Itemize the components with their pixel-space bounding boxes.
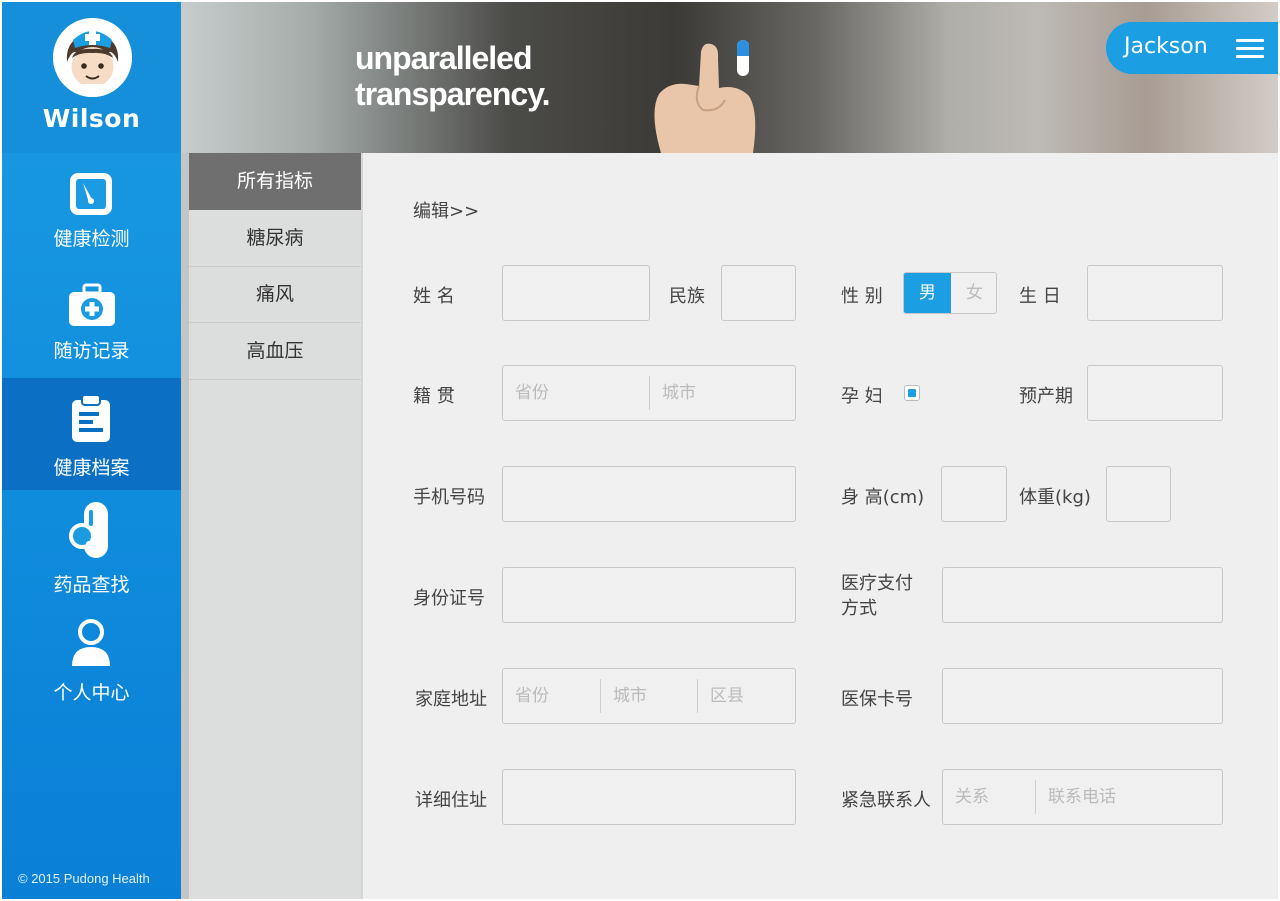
native-place-input[interactable]: 省份 城市 xyxy=(502,365,796,421)
emergency-contact-input[interactable]: 关系 联系电话 xyxy=(942,769,1223,825)
payment-method-label: 医疗支付 方式 xyxy=(841,571,913,621)
sub-menu: 所有指标 糖尿病 痛风 高血压 xyxy=(181,153,361,899)
nav-item-drug-search[interactable]: 药品查找 xyxy=(2,498,181,610)
ethnicity-label: 民族 xyxy=(669,286,705,307)
nav-label: 随访记录 xyxy=(53,340,130,362)
hand-holding-pill-icon xyxy=(641,12,781,153)
sidebar: Wilson 健康检测 随访记录 健康档案 药品查找 个人中心 © 2015 P… xyxy=(2,2,181,899)
name-label: 姓 名 xyxy=(413,286,455,307)
province-placeholder: 省份 xyxy=(515,686,549,706)
phone-label: 手机号码 xyxy=(413,487,485,508)
phone-input[interactable] xyxy=(502,466,796,522)
detail-address-label: 详细住址 xyxy=(415,790,487,811)
home-address-input[interactable]: 省份 城市 区县 xyxy=(502,668,796,724)
user-icon xyxy=(68,619,114,669)
edit-link[interactable]: 编辑>> xyxy=(413,197,479,223)
medical-kit-icon xyxy=(68,283,115,333)
height-input[interactable] xyxy=(941,466,1007,522)
user-menu-button[interactable]: Jackson xyxy=(1106,22,1278,74)
nav-item-follow-up[interactable]: 随访记录 xyxy=(2,265,181,377)
nurse-avatar-icon xyxy=(53,18,132,97)
pregnant-checkbox[interactable] xyxy=(904,385,920,401)
nav-item-profile[interactable]: 个人中心 xyxy=(2,607,181,719)
gender-label: 性 别 xyxy=(841,286,883,307)
gender-toggle: 男 女 xyxy=(903,272,997,314)
gender-female-option[interactable]: 女 xyxy=(951,273,998,313)
city-placeholder: 城市 xyxy=(649,376,795,410)
nav-label: 个人中心 xyxy=(53,682,130,704)
banner: unparalleled transparency. Jackson xyxy=(181,2,1278,153)
id-number-label: 身份证号 xyxy=(413,588,485,609)
pregnant-label: 孕 妇 xyxy=(841,386,883,407)
brand: Wilson xyxy=(2,2,181,153)
insurance-card-input[interactable] xyxy=(942,668,1223,724)
gauge-icon xyxy=(68,171,114,221)
id-number-input[interactable] xyxy=(502,567,796,623)
weight-label: 体重(kg) xyxy=(1019,487,1091,508)
contact-phone-placeholder: 联系电话 xyxy=(1035,780,1222,814)
pill-search-icon xyxy=(68,500,114,558)
nav-label: 健康档案 xyxy=(53,457,130,479)
relation-placeholder: 关系 xyxy=(955,787,989,807)
home-address-label: 家庭地址 xyxy=(415,689,487,710)
province-placeholder: 省份 xyxy=(515,383,549,403)
emergency-contact-label: 紧急联系人 xyxy=(841,790,931,811)
birthday-input[interactable] xyxy=(1087,265,1223,321)
height-label: 身 高(cm) xyxy=(841,487,925,508)
payment-label-line-1: 医疗支付 xyxy=(841,573,913,594)
nav-item-health-check[interactable]: 健康检测 xyxy=(2,153,181,265)
payment-label-line-2: 方式 xyxy=(841,598,877,619)
name-input[interactable] xyxy=(502,265,650,321)
payment-method-input[interactable] xyxy=(942,567,1223,623)
profile-form: 编辑>> 姓 名 民族 性 别 男 女 生 日 籍 贯 省份 城市 孕 妇 预产… xyxy=(361,153,1278,899)
due-date-input[interactable] xyxy=(1087,365,1223,421)
birthday-label: 生 日 xyxy=(1019,286,1061,307)
clipboard-icon xyxy=(68,394,114,444)
weight-input[interactable] xyxy=(1106,466,1171,522)
district-placeholder: 区县 xyxy=(697,679,795,713)
banner-slogan: unparalleled transparency. xyxy=(355,40,550,112)
brand-name: Wilson xyxy=(42,104,141,133)
nav-label: 健康检测 xyxy=(53,228,130,250)
sub-item-all-metrics[interactable]: 所有指标 xyxy=(189,153,361,210)
sub-item-diabetes[interactable]: 糖尿病 xyxy=(189,210,361,267)
copyright: © 2015 Pudong Health xyxy=(18,871,150,886)
sub-item-gout[interactable]: 痛风 xyxy=(189,266,361,323)
due-date-label: 预产期 xyxy=(1019,386,1073,407)
banner-line-2: transparency. xyxy=(355,76,550,112)
sub-item-hypertension[interactable]: 高血压 xyxy=(189,323,361,380)
insurance-card-label: 医保卡号 xyxy=(841,689,913,710)
nav-label: 药品查找 xyxy=(53,574,130,596)
native-place-label: 籍 贯 xyxy=(413,386,455,407)
ethnicity-input[interactable] xyxy=(721,265,796,321)
nav-item-health-records[interactable]: 健康档案 xyxy=(2,378,181,490)
hamburger-menu-icon[interactable] xyxy=(1236,39,1264,59)
detail-address-input[interactable] xyxy=(502,769,796,825)
banner-line-1: unparalleled xyxy=(355,40,532,76)
gender-male-option[interactable]: 男 xyxy=(904,273,951,313)
user-name: Jackson xyxy=(1124,34,1208,59)
city-placeholder: 城市 xyxy=(600,679,697,713)
